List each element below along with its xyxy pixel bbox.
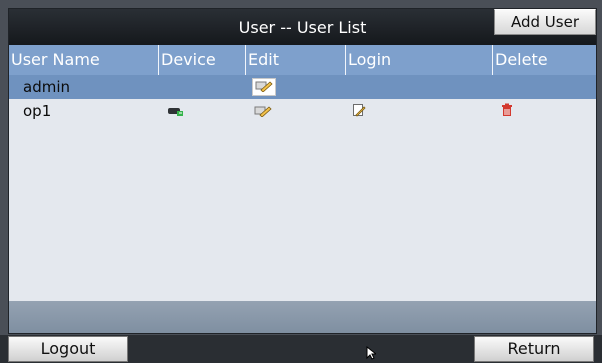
device-icon[interactable] [167,100,185,124]
device-cell [159,75,246,99]
trash-icon[interactable] [501,100,513,124]
table-row[interactable]: op1 [9,99,596,123]
user-name-cell: admin [23,78,70,96]
user-name-cell: op1 [23,102,52,120]
column-header-user-name: User Name [9,45,159,75]
user-table: admin op1 [9,75,596,301]
table-footer-strip [9,301,596,333]
mouse-cursor-icon [366,345,378,364]
device-cell [159,99,246,123]
logout-button[interactable]: Logout [8,336,128,362]
user-list-window: User -- User List Add User User Name Dev… [8,8,597,334]
column-header-edit: Edit [246,45,346,75]
column-header-login: Login [346,45,493,75]
add-user-button[interactable]: Add User [494,9,596,35]
delete-cell [493,99,596,123]
table-row[interactable]: admin [9,75,596,99]
delete-cell [493,75,596,99]
column-header-device: Device [159,45,246,75]
edit-cell [246,75,346,99]
column-header-delete: Delete [495,50,548,69]
login-cell [346,99,493,123]
login-cell [346,75,493,99]
login-edit-icon[interactable] [352,100,366,124]
edit-cell [246,99,346,123]
return-button[interactable]: Return [474,336,594,362]
table-header: User Name Device Edit Login Delete [9,45,596,76]
edit-icon[interactable] [254,100,272,124]
edit-icon[interactable] [252,78,276,96]
title-bar: User -- User List Add User [9,9,596,45]
bottom-bar: Logout Return [0,335,602,363]
